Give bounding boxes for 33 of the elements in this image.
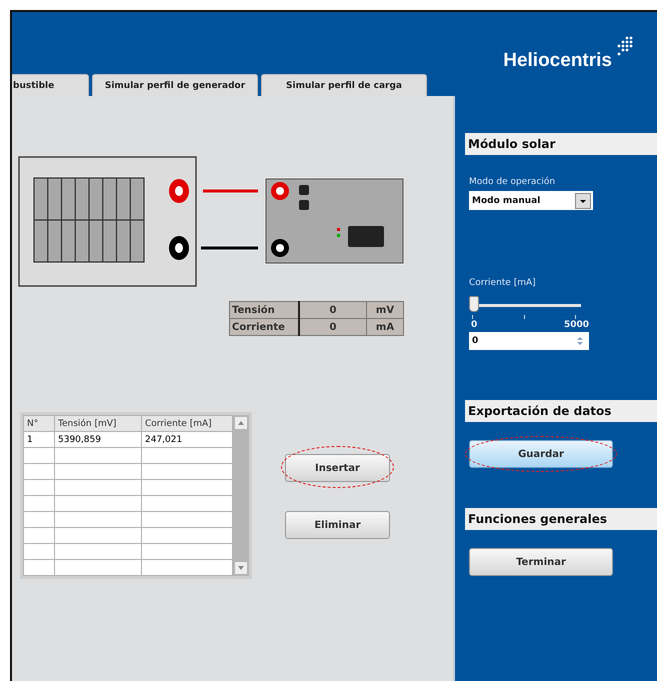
section-header: Exportación de datos	[465, 400, 657, 422]
mode-dropdown[interactable]: Modo manual	[469, 191, 593, 210]
scrollbar[interactable]	[233, 415, 249, 576]
reading-value: 0	[299, 302, 366, 318]
field-label: Modo de operación	[469, 177, 556, 187]
scale-label: 5000	[564, 320, 589, 330]
tab[interactable]: Simular perfil de generador	[92, 74, 258, 96]
sidebar-button[interactable]: Guardar	[469, 440, 613, 468]
scroll-up-icon[interactable]	[235, 417, 247, 429]
section-header: Módulo solar	[465, 133, 657, 155]
sidebar-button[interactable]: Terminar	[469, 548, 613, 576]
reading-label: Corriente	[230, 318, 299, 336]
action-button[interactable]: Insertar	[285, 454, 390, 482]
reading-unit: mA	[366, 318, 404, 336]
scroll-down-icon[interactable]	[235, 562, 247, 574]
current-slider[interactable]	[469, 296, 581, 312]
column-header: Tensión [mV]	[54, 416, 142, 432]
field-label: Corriente [mA]	[469, 278, 537, 288]
logo-text: Heliocentris	[503, 50, 612, 72]
table-cell: 1	[24, 432, 54, 448]
column-header: Corriente [mA]	[142, 416, 232, 432]
column-header: N°	[24, 416, 54, 432]
reading-label: Tensión	[230, 302, 299, 318]
table-cell: 5390,859	[54, 432, 142, 448]
tab[interactable]: Simular perfil de carga	[261, 74, 427, 96]
tab[interactable]: bustible	[12, 74, 89, 96]
reading-value: 0	[299, 318, 366, 336]
action-button[interactable]: Eliminar	[285, 511, 390, 539]
table-cell: 247,021	[142, 432, 232, 448]
section-header: Funciones generales	[465, 508, 657, 530]
reading-unit: mV	[366, 302, 404, 318]
numeric-field[interactable]: 0	[469, 332, 589, 350]
scale-label: 0	[471, 320, 478, 330]
